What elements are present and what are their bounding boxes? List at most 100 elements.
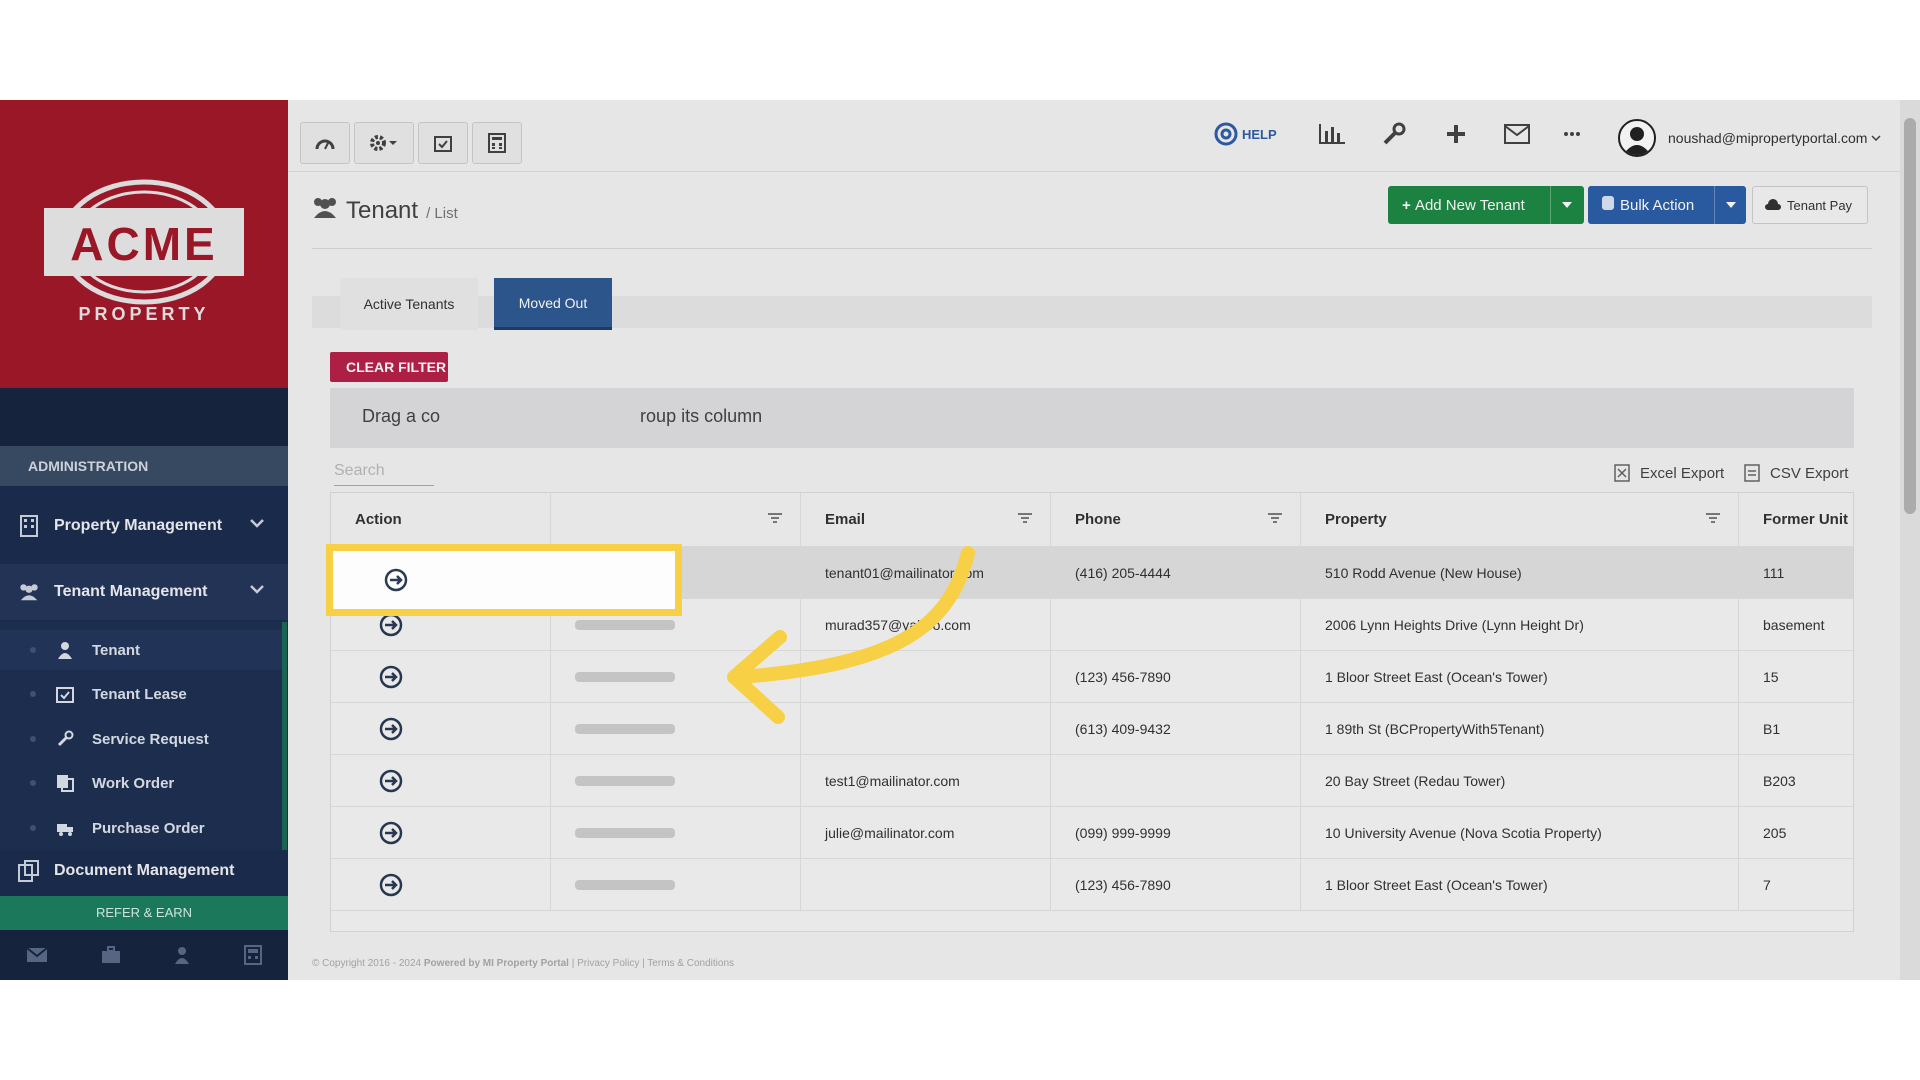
- bulk-action-dropdown-toggle[interactable]: [1714, 186, 1746, 224]
- more-button[interactable]: [1564, 118, 1580, 150]
- redacted-text: [575, 671, 675, 682]
- arrow-circle-right-icon[interactable]: [379, 821, 403, 845]
- chevron-down-icon: [250, 519, 264, 528]
- nav-document-management[interactable]: Document Management: [0, 853, 288, 889]
- documents-icon: [18, 860, 40, 882]
- bar-chart-icon: [1319, 124, 1345, 144]
- sidebar-item-tenant-lease[interactable]: Tenant Lease: [0, 674, 282, 714]
- col-header-phone[interactable]: Phone: [1051, 493, 1301, 546]
- col-header-name[interactable]: [551, 493, 801, 546]
- row-property-cell: 1 Bloor Street East (Ocean's Tower): [1301, 651, 1739, 702]
- settings-dropdown-button[interactable]: [354, 122, 414, 164]
- footer-powered-link[interactable]: Powered by MI Property Portal: [424, 958, 569, 969]
- sidebar-spacer: [0, 388, 288, 446]
- sidebar-item-purchase-order[interactable]: Purchase Order: [0, 808, 282, 848]
- table-row[interactable]: (613) 409-9432 1 89th St (BCPropertyWith5…: [331, 703, 1853, 755]
- nav-property-management[interactable]: Property Management: [0, 498, 288, 554]
- col-header-former-unit[interactable]: Former Unit: [1739, 493, 1853, 546]
- dashboard-button[interactable]: [300, 122, 350, 164]
- page-header: Tenant / List: [312, 196, 458, 225]
- arrow-circle-right-icon[interactable]: [379, 873, 403, 897]
- filter-icon[interactable]: [1268, 513, 1282, 523]
- row-email-cell: [801, 859, 1051, 910]
- sidebar-item-tenant[interactable]: Tenant: [0, 630, 282, 670]
- briefcase-icon[interactable]: [101, 946, 121, 964]
- sidebar-item-service-request[interactable]: Service Request: [0, 719, 282, 759]
- sidebar-item-work-order[interactable]: Work Order: [0, 763, 282, 803]
- tools-button[interactable]: [1382, 118, 1406, 150]
- footer-copyright: © Copyright 2016 - 2024: [312, 958, 422, 969]
- top-toolbar: HELP noushad@mipropertyportal.com: [288, 100, 1900, 172]
- table-row[interactable]: test1@mailinator.com 20 Bay Street (Redau…: [331, 755, 1853, 807]
- header-divider: [312, 248, 1872, 249]
- breadcrumb: / List: [426, 205, 458, 222]
- tutorial-arrow-icon: [727, 546, 975, 724]
- row-property-cell: 510 Rodd Avenue (New House): [1301, 547, 1739, 598]
- bulk-action-button[interactable]: Bulk Action: [1588, 186, 1746, 224]
- acme-logo[interactable]: ACME PROPERTY: [40, 178, 248, 328]
- calculator-icon[interactable]: [243, 945, 262, 965]
- reports-button[interactable]: [1318, 118, 1346, 150]
- arrow-circle-right-icon[interactable]: [379, 769, 403, 793]
- row-property-cell: 20 Bay Street (Redau Tower): [1301, 755, 1739, 806]
- filter-icon[interactable]: [1018, 513, 1032, 523]
- refer-earn-button[interactable]: REFER & EARN: [0, 896, 288, 930]
- mail-icon[interactable]: [26, 947, 48, 963]
- users-icon: [314, 198, 336, 218]
- group-hint-start: Drag a co: [362, 406, 441, 426]
- calculator-button[interactable]: [472, 122, 522, 164]
- filter-icon[interactable]: [768, 513, 782, 523]
- row-action-cell: [331, 807, 551, 858]
- table-row[interactable]: julie@mailinator.com (099) 999-9999 10 Uni…: [331, 807, 1853, 859]
- chevron-down-icon: [1871, 135, 1881, 141]
- excel-export-button[interactable]: Excel Export: [1614, 464, 1724, 482]
- cloud-upload-icon: [1765, 199, 1781, 210]
- admin-header: ADMINISTRATION: [0, 446, 288, 486]
- messages-button[interactable]: [1504, 118, 1530, 150]
- redacted-text: [575, 827, 675, 838]
- table-row[interactable]: (123) 456-7890 1 Bloor Street East (Ocean…: [331, 859, 1853, 911]
- arrow-circle-right-icon[interactable]: [379, 717, 403, 741]
- add-tenant-text: Add New Tenant: [1414, 196, 1525, 214]
- row-phone-cell: (123) 456-7890: [1051, 859, 1301, 910]
- user-icon[interactable]: [173, 946, 191, 964]
- footer-links[interactable]: | Privacy Policy | Terms & Conditions: [572, 958, 734, 969]
- csv-file-icon: [1744, 464, 1760, 482]
- col-header-email[interactable]: Email: [801, 493, 1051, 546]
- calculator-icon: [488, 133, 506, 153]
- tab-active-tenants[interactable]: Active Tenants: [340, 278, 478, 330]
- arrow-circle-right-icon[interactable]: [379, 613, 403, 637]
- row-property-cell: 2006 Lynn Heights Drive (Lynn Height Dr): [1301, 599, 1739, 650]
- sidebar-item-label: Service Request: [92, 730, 209, 748]
- user-menu[interactable]: noushad@mipropertyportal.com: [1618, 118, 1881, 158]
- col-header-property[interactable]: Property: [1301, 493, 1739, 546]
- add-button[interactable]: [1446, 118, 1466, 150]
- clear-filter-button[interactable]: CLEAR FILTER: [330, 352, 448, 382]
- csv-export-button[interactable]: CSV Export: [1744, 464, 1848, 482]
- scrollbar-thumb[interactable]: [1904, 118, 1916, 514]
- help-link[interactable]: HELP: [1214, 118, 1277, 150]
- app-frame: ACME PROPERTY ADMINISTRATION Property Ma…: [0, 100, 1920, 980]
- sidebar-item-label: Tenant: [92, 641, 141, 659]
- arrow-circle-right-icon[interactable]: [379, 665, 403, 689]
- group-by-panel: Drag a co roup its column: [330, 388, 1854, 448]
- calendar-button[interactable]: [418, 122, 468, 164]
- row-phone-cell: [1051, 755, 1301, 806]
- tab-moved-out[interactable]: Moved Out: [494, 278, 612, 330]
- row-phone-cell: (416) 205-4444: [1051, 547, 1301, 598]
- logo-tagline: PROPERTY: [78, 304, 209, 324]
- add-tenant-dropdown-toggle[interactable]: [1550, 186, 1582, 224]
- grid-header-row: Action Email Phone Property Former Unit: [331, 493, 1853, 547]
- add-new-tenant-button[interactable]: + Add New Tenant: [1388, 186, 1584, 224]
- arrow-circle-right-icon[interactable]: [384, 568, 408, 592]
- calendar-check-icon: [434, 136, 452, 152]
- page-scrollbar[interactable]: [1900, 100, 1920, 980]
- search-input[interactable]: Search: [334, 456, 434, 486]
- col-header-action[interactable]: Action: [331, 493, 551, 546]
- filter-icon[interactable]: [1706, 513, 1720, 523]
- tenant-pay-button[interactable]: Tenant Pay: [1752, 186, 1868, 224]
- table-row[interactable]: (123) 456-7890 1 Bloor Street East (Ocean…: [331, 651, 1853, 703]
- envelope-icon: [1504, 124, 1530, 144]
- nav-tenant-management[interactable]: Tenant Management: [0, 564, 288, 620]
- col-header-label: Property: [1325, 511, 1387, 528]
